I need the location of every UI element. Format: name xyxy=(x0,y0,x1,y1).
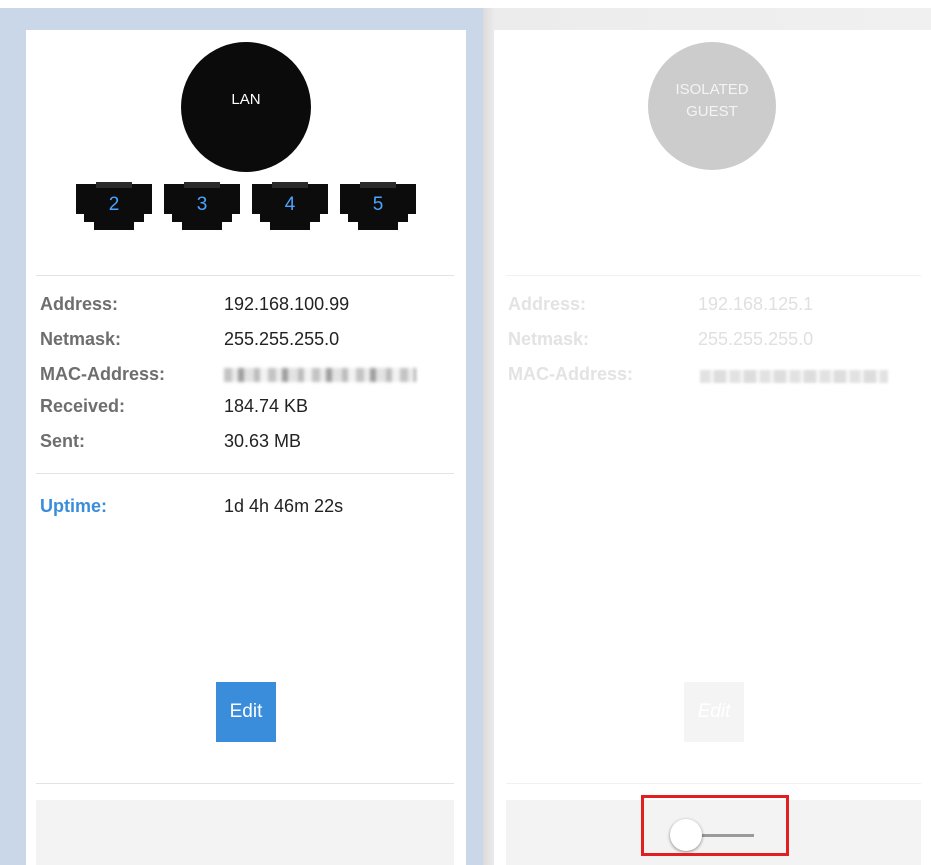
lan-interface-circle: LAN xyxy=(181,42,311,172)
ethernet-port-3: 3 xyxy=(162,178,242,236)
guest-interface-circle: ISOLATED GUEST xyxy=(648,42,776,170)
address-value: 192.168.100.99 xyxy=(224,294,350,314)
lan-interface-card: LAN 2 3 4 5 Address: 192.168.100.99 Netm… xyxy=(26,30,466,865)
port-number: 3 xyxy=(196,194,208,215)
netmask-label: Netmask: xyxy=(40,329,122,349)
lan-edit-button[interactable]: Edit xyxy=(216,682,276,742)
mac-address-redacted xyxy=(700,370,888,383)
port-number: 4 xyxy=(284,194,296,215)
received-label: Received: xyxy=(40,396,126,416)
divider xyxy=(506,783,921,784)
lan-port-group: 2 3 4 5 xyxy=(74,178,420,236)
ethernet-port-4: 4 xyxy=(250,178,330,236)
mac-address-label: MAC-Address: xyxy=(40,364,166,384)
netmask-value: 255.255.255.0 xyxy=(224,329,340,349)
interfaces-view: LAN 2 3 4 5 Address: 192.168.100.99 Netm… xyxy=(0,0,931,865)
mac-address-redacted xyxy=(224,368,416,382)
port-number: 2 xyxy=(108,194,120,215)
divider xyxy=(506,275,921,276)
uptime-value: 1d 4h 46m 22s xyxy=(224,496,344,516)
netmask-label: Netmask: xyxy=(508,329,590,349)
divider xyxy=(36,473,454,474)
divider xyxy=(36,783,454,784)
received-value: 184.74 KB xyxy=(224,396,309,416)
ethernet-port-2: 2 xyxy=(74,178,154,236)
sent-value: 30.63 MB xyxy=(224,431,302,451)
lan-footer xyxy=(36,800,454,865)
uptime-label: Uptime: xyxy=(40,496,107,516)
guest-interface-card: ISOLATED GUEST Address: 192.168.125.1 Ne… xyxy=(494,30,931,865)
port-number: 5 xyxy=(372,194,384,215)
divider xyxy=(36,275,454,276)
netmask-value: 255.255.255.0 xyxy=(698,329,814,349)
guest-edit-button[interactable]: Edit xyxy=(684,682,744,742)
highlight-annotation xyxy=(641,795,789,856)
ethernet-port-5: 5 xyxy=(338,178,418,236)
mac-address-label: MAC-Address: xyxy=(508,364,634,384)
address-value: 192.168.125.1 xyxy=(698,294,814,314)
address-label: Address: xyxy=(40,294,119,314)
sent-label: Sent: xyxy=(40,431,85,451)
address-label: Address: xyxy=(508,294,587,314)
